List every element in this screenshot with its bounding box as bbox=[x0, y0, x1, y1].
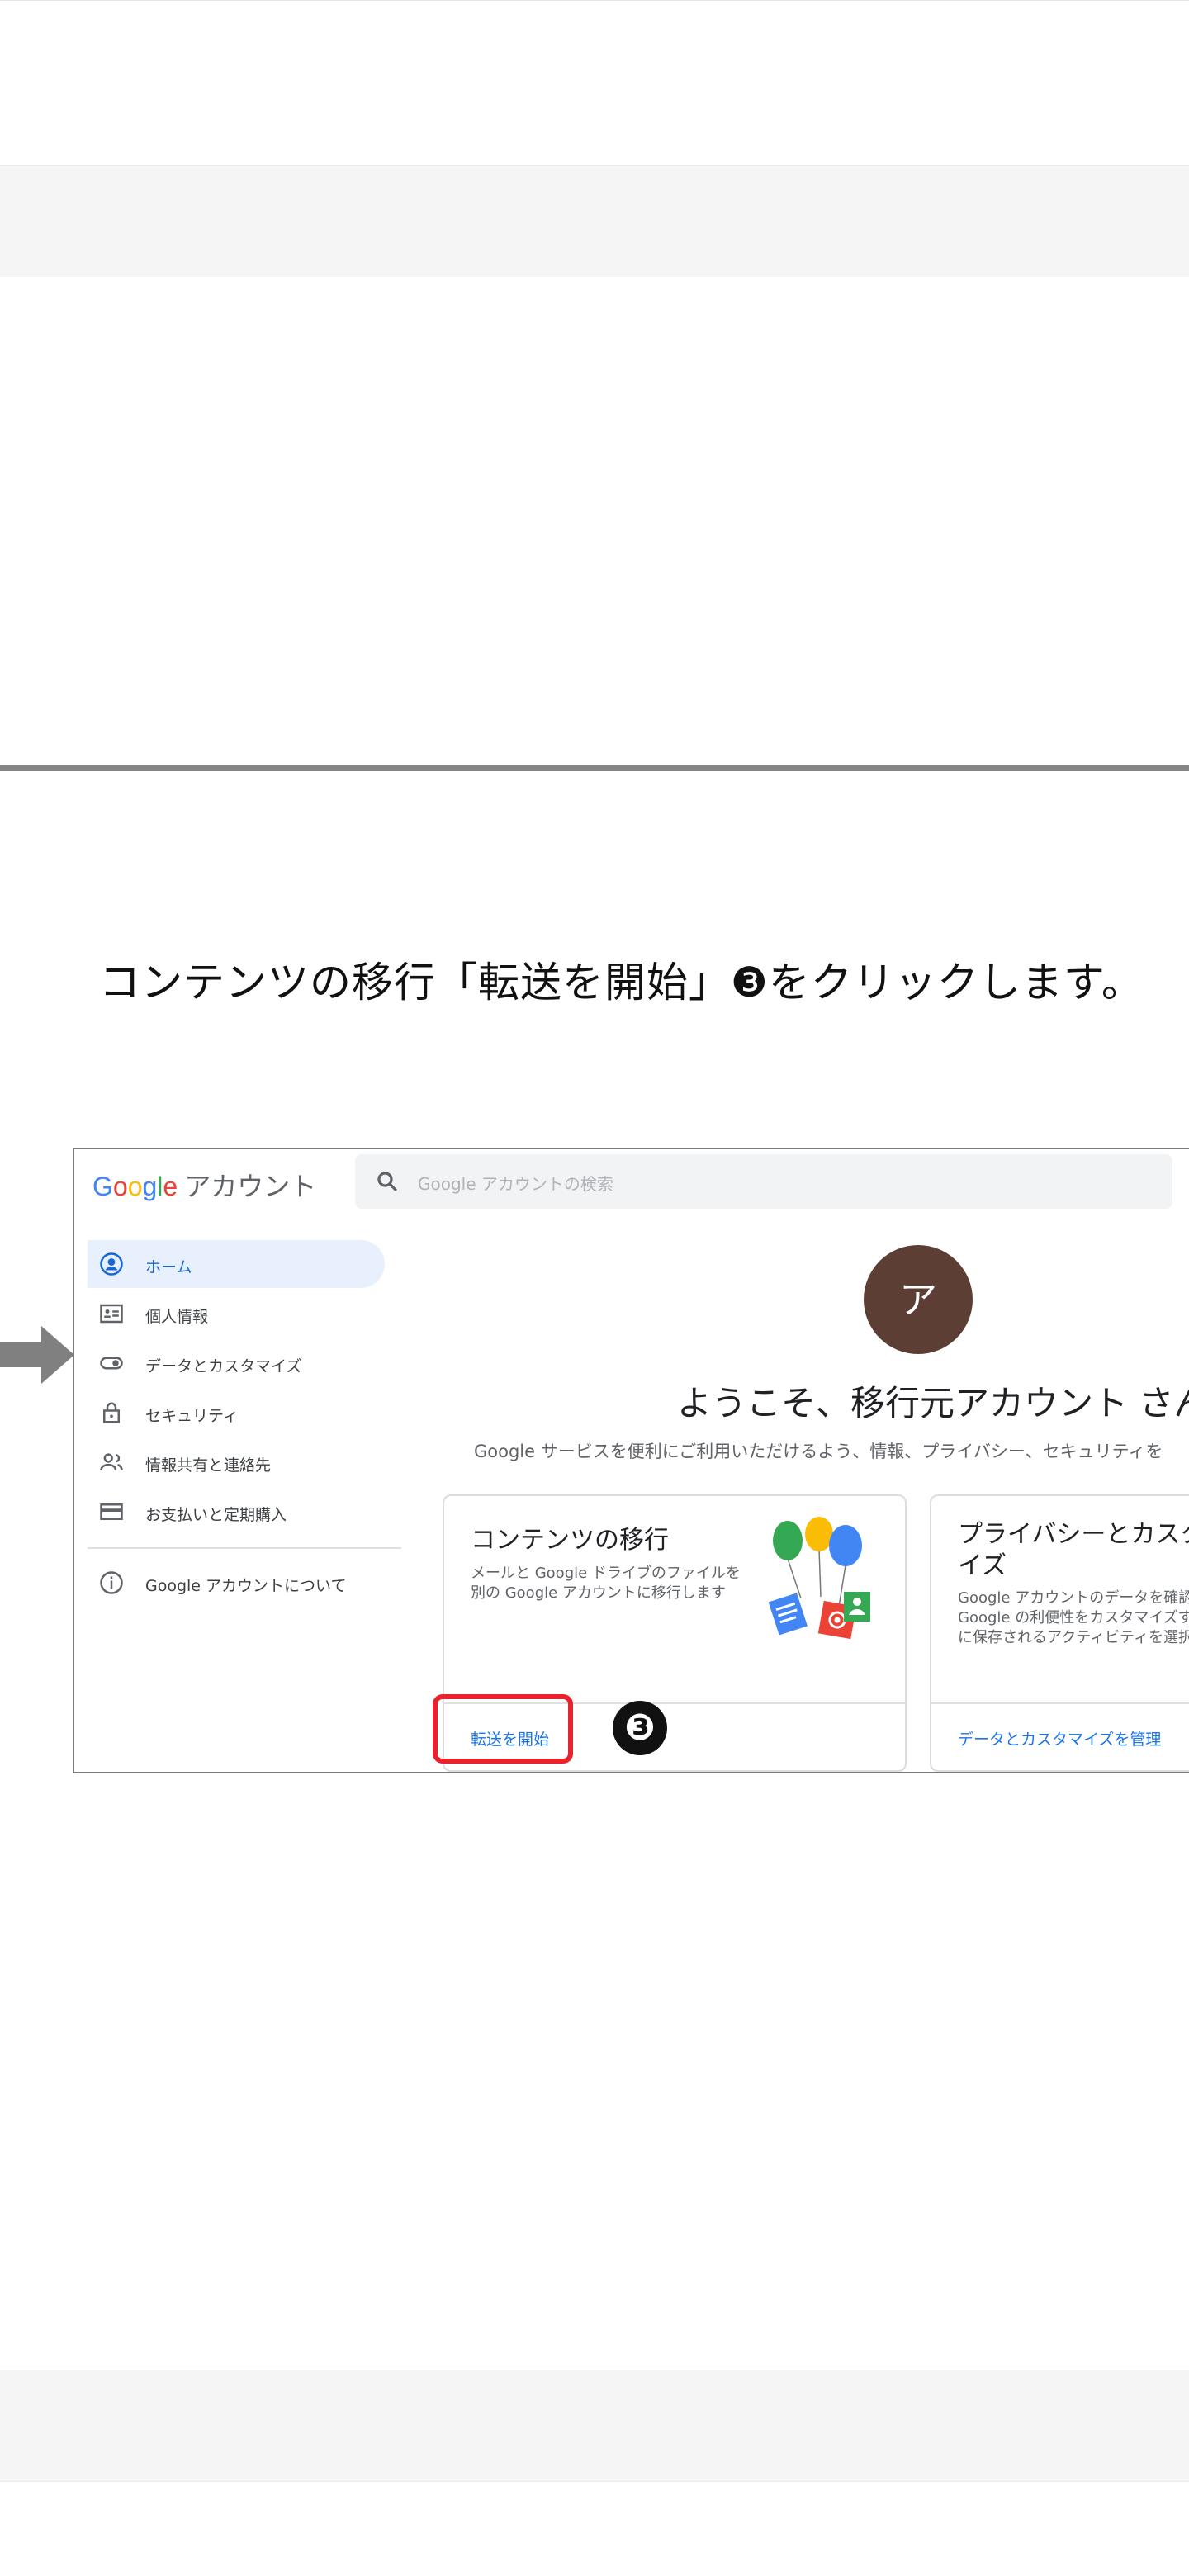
right-arrow-icon bbox=[0, 1326, 74, 1384]
people-icon bbox=[100, 1453, 123, 1471]
highlight-box bbox=[433, 1694, 573, 1764]
welcome-subtitle: Google サービスを便利にご利用いただけるよう、情報、プライバシー、セキュリ… bbox=[474, 1442, 1163, 1461]
top-panel bbox=[0, 0, 1189, 165]
manage-data-link[interactable]: データとカスタマイズを管理 bbox=[958, 1727, 1161, 1750]
page: コンテンツの移行「転送を開始」❸をクリックします。 Google アカウント Go… bbox=[0, 0, 1189, 2576]
account-circle-icon bbox=[100, 1252, 123, 1276]
card-footer: データとカスタマイズを管理 bbox=[931, 1702, 1189, 1770]
sidebar-item-home[interactable]: ホーム bbox=[88, 1240, 385, 1288]
lock-icon bbox=[103, 1402, 120, 1423]
sidebar-item-label: 個人情報 bbox=[145, 1308, 209, 1326]
welcome-heading: ようこそ、移行元アカウント さん bbox=[677, 1383, 1189, 1423]
sidebar-item-data-customization[interactable]: データとカスタマイズ bbox=[88, 1339, 385, 1387]
card-title: コンテンツの移行 bbox=[471, 1526, 669, 1555]
sidebar-item-security[interactable]: セキュリティ bbox=[88, 1389, 385, 1437]
google-account-screenshot: Google アカウント Google アカウントの検索 ホーム 個人情報 デー… bbox=[73, 1148, 1189, 1773]
bottom-panel bbox=[0, 2482, 1189, 2576]
credit-card-icon bbox=[100, 1503, 123, 1520]
section-divider bbox=[0, 765, 1189, 771]
balloons-transfer-icon bbox=[768, 1517, 870, 1640]
sidebar-item-label: Google アカウントについて bbox=[145, 1577, 347, 1595]
card-title: プライバシーとカスタマイズ bbox=[958, 1520, 1189, 1580]
sidebar-item-label: 情報共有と連絡先 bbox=[145, 1456, 272, 1475]
sidebar-item-payments[interactable]: お支払いと定期購入 bbox=[88, 1488, 385, 1536]
sidebar-item-label: データとカスタマイズ bbox=[145, 1357, 302, 1376]
card-description: Google アカウントのデータを確認し、Google の利便性をカスタマイズす… bbox=[958, 1589, 1189, 1646]
sidebar-item-label: ホーム bbox=[145, 1258, 192, 1276]
search-icon bbox=[377, 1172, 397, 1191]
sidebar-item-label: お支払いと定期購入 bbox=[145, 1506, 287, 1524]
sidebar-item-sharing[interactable]: 情報共有と連絡先 bbox=[88, 1438, 385, 1486]
google-account-logo[interactable]: Google アカウント bbox=[92, 1166, 316, 1204]
instruction-text: コンテンツの移行「転送を開始」❸をクリックします。 bbox=[99, 959, 1144, 1006]
search-input[interactable]: Google アカウントの検索 bbox=[355, 1154, 1172, 1209]
sidebar-item-about[interactable]: Google アカウントについて bbox=[88, 1559, 385, 1607]
avatar[interactable]: ア bbox=[864, 1245, 973, 1354]
search-placeholder: Google アカウントの検索 bbox=[418, 1174, 613, 1194]
gray-separator-bottom bbox=[0, 2370, 1189, 2482]
sidebar-item-label: セキュリティ bbox=[145, 1407, 239, 1425]
gray-separator-top bbox=[0, 165, 1189, 277]
sidebar-item-personal-info[interactable]: 個人情報 bbox=[88, 1290, 385, 1338]
info-icon bbox=[100, 1571, 123, 1594]
sidebar-divider bbox=[88, 1547, 401, 1549]
privacy-customization-card: プライバシーとカスタマイズ Google アカウントのデータを確認し、Googl… bbox=[930, 1494, 1189, 1772]
card-description: メールと Google ドライブのファイルを別の Google アカウントに移行… bbox=[471, 1565, 741, 1602]
blank-panel bbox=[0, 277, 1189, 768]
step-number-badge: ❸ bbox=[613, 1701, 667, 1755]
toggle-icon bbox=[100, 1357, 123, 1370]
id-card-icon bbox=[100, 1304, 123, 1324]
